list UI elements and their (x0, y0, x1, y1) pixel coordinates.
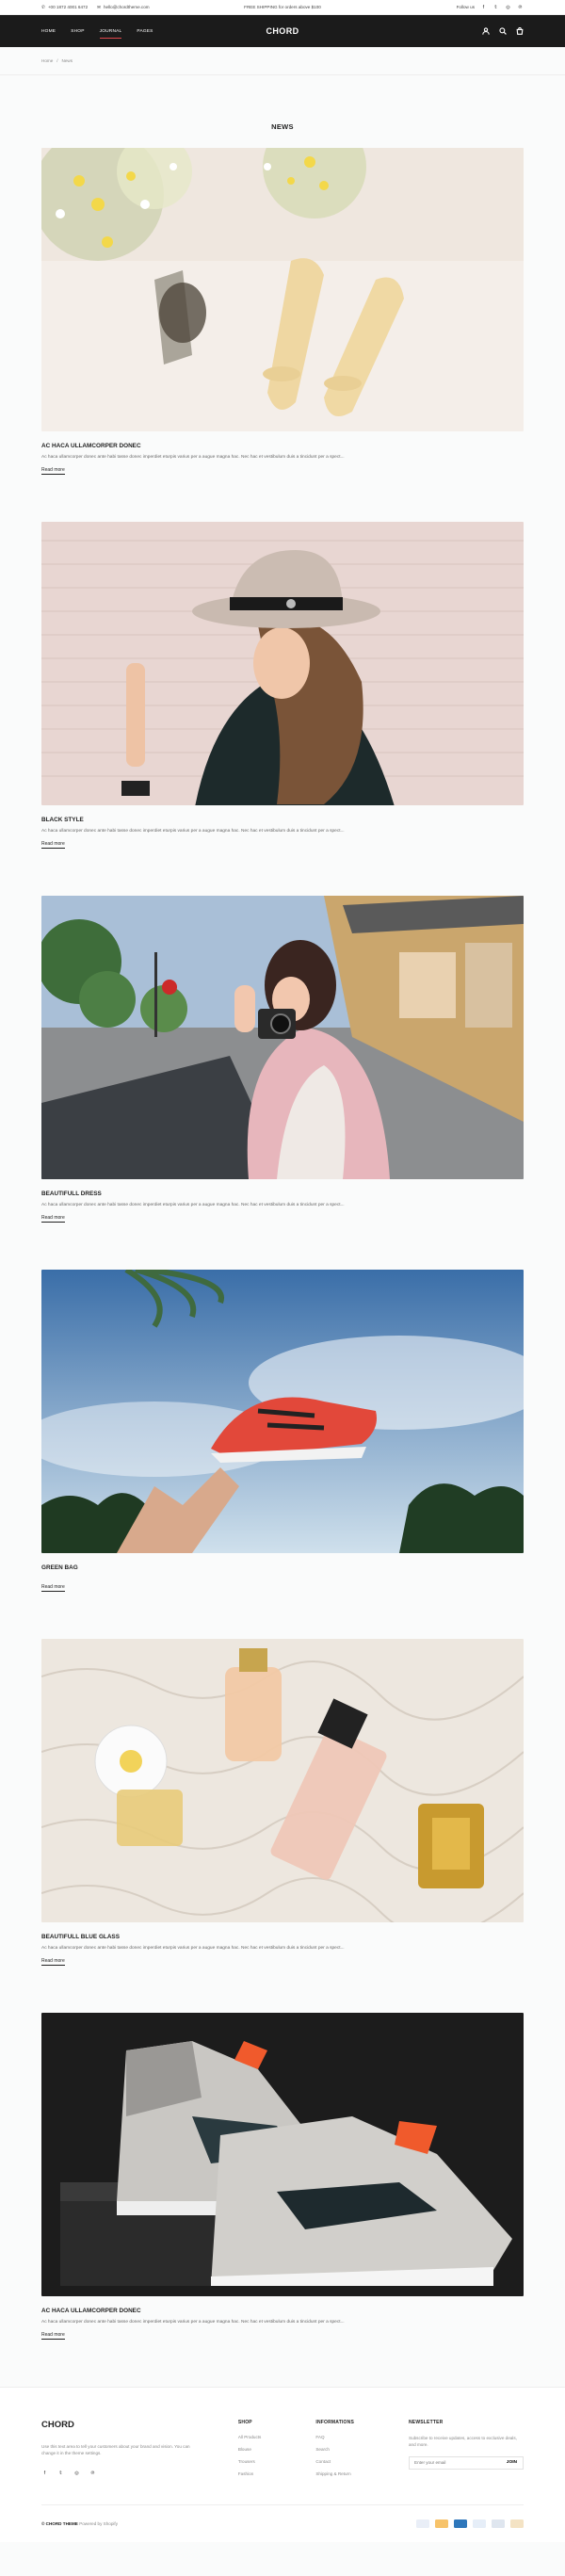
post-image[interactable] (41, 1270, 524, 1553)
footer-bottom: © CHORD THEME Powered by Shopify (41, 2504, 524, 2542)
newsletter-text: Subscribe to receive updates, access to … (409, 2436, 517, 2448)
footer-info-column: INFORMATIONS FAQ Search Contact Shipping… (315, 2420, 354, 2484)
post-title[interactable]: BEAUTIFULL BLUE GLASS (41, 1934, 524, 1940)
footer-link[interactable]: Blouse (238, 2447, 262, 2452)
visa-icon (416, 2519, 429, 2528)
read-more-link[interactable]: Read more (41, 467, 65, 475)
post-image[interactable] (41, 2013, 524, 2296)
newsletter-title: NEWSLETTER (409, 2420, 444, 2425)
main-nav: HOME SHOP JOURNAL PAGES CHORD (0, 15, 565, 47)
post-excerpt: Ac haca ullamcorper donec ante habi tass… (41, 2320, 345, 2325)
blog-post: GREEN BAG Read more (0, 1270, 565, 1592)
cart-icon[interactable] (516, 27, 524, 35)
amex-icon (454, 2519, 467, 2528)
footer-link[interactable]: Contact (315, 2459, 354, 2464)
read-more-link[interactable]: Read more (41, 2332, 65, 2340)
page-title: NEWS (271, 122, 294, 131)
site-footer: CHORD Use this text area to tell your cu… (0, 2387, 565, 2542)
twitter-icon[interactable]: 𝕥 (492, 4, 499, 10)
footer-link[interactable]: All Products (238, 2435, 262, 2439)
breadcrumb: Home / News (0, 47, 565, 75)
newsletter-join-button[interactable]: JOIN (501, 2460, 523, 2465)
post-excerpt: Ac haca ullamcorper donec ante habi tass… (41, 1203, 345, 1207)
post-image[interactable] (41, 1639, 524, 1922)
footer-link[interactable]: Trousers (238, 2459, 262, 2464)
footer-about: CHORD Use this text area to tell your cu… (41, 2420, 192, 2484)
blog-post: AC HACA ULLAMCORPER DONEC Ac haca ullamc… (0, 2013, 565, 2340)
post-title[interactable]: AC HACA ULLAMCORPER DONEC (41, 443, 524, 449)
diners-icon (492, 2519, 505, 2528)
search-icon[interactable] (499, 27, 507, 35)
instagram-icon[interactable]: ◎ (505, 4, 511, 10)
nav-shop[interactable]: SHOP (71, 15, 84, 47)
breadcrumb-separator: / (56, 58, 58, 63)
footer-link[interactable]: FAQ (315, 2435, 354, 2439)
post-title[interactable]: BLACK STYLE (41, 817, 524, 823)
email-contact[interactable]: ✉ hello@chordtheme.com (97, 5, 149, 10)
post-title[interactable]: GREEN BAG (41, 1564, 524, 1571)
blog-post: BEAUTIFULL BLUE GLASS Ac haca ullamcorpe… (0, 1639, 565, 1966)
footer-about-text: Use this text area to tell your customer… (41, 2444, 190, 2456)
account-icon[interactable] (482, 27, 490, 35)
mail-icon: ✉ (97, 4, 101, 9)
pinterest-icon[interactable]: ℗ (517, 4, 524, 10)
pinterest-icon[interactable]: ℗ (89, 2471, 96, 2477)
site-logo[interactable]: CHORD (266, 26, 299, 36)
post-image[interactable] (41, 148, 524, 431)
newsletter-email-input[interactable] (410, 2456, 501, 2469)
read-more-link[interactable]: Read more (41, 841, 65, 849)
footer-link[interactable]: Search (315, 2447, 354, 2452)
read-more-link[interactable]: Read more (41, 1958, 65, 1966)
breadcrumb-current: News (61, 58, 73, 63)
post-excerpt: Ac haca ullamcorper donec ante habi tass… (41, 1946, 345, 1951)
instagram-icon[interactable]: ◎ (73, 2471, 80, 2477)
discover-icon (510, 2519, 524, 2528)
footer-logo[interactable]: CHORD (41, 2420, 192, 2430)
post-title[interactable]: BEAUTIFULL DRESS (41, 1191, 524, 1197)
nav-home[interactable]: HOME (41, 15, 56, 47)
footer-newsletter: NEWSLETTER Subscribe to receive updates,… (409, 2420, 524, 2484)
blog-post: AC HACA ULLAMCORPER DONEC Ac haca ullamc… (0, 148, 565, 475)
breadcrumb-home[interactable]: Home (41, 58, 53, 63)
phone-contact[interactable]: ✆ +00 1872 4001 6472 (41, 5, 88, 10)
post-excerpt: Ac haca ullamcorper donec ante habi tass… (41, 455, 345, 460)
top-bar: ✆ +00 1872 4001 6472 ✉ hello@chordtheme.… (0, 0, 565, 15)
post-image[interactable] (41, 896, 524, 1179)
phone-icon: ✆ (41, 4, 45, 9)
footer-link[interactable]: Shipping & Return (315, 2471, 354, 2476)
footer-shop-column: SHOP All Products Blouse Trousers Fashio… (238, 2420, 262, 2484)
footer-info-title: INFORMATIONS (315, 2420, 354, 2425)
read-more-link[interactable]: Read more (41, 1584, 65, 1592)
paypal-icon (473, 2519, 486, 2528)
footer-link[interactable]: Fashion (238, 2471, 262, 2476)
payment-icons (416, 2519, 524, 2528)
nav-pages[interactable]: PAGES (137, 15, 153, 47)
blog-post: BEAUTIFULL DRESS Ac haca ullamcorper don… (0, 896, 565, 1223)
facebook-icon[interactable]: f (41, 2471, 48, 2477)
post-image[interactable] (41, 522, 524, 805)
post-excerpt: Ac haca ullamcorper donec ante habi tass… (41, 829, 345, 834)
post-title[interactable]: AC HACA ULLAMCORPER DONEC (41, 2308, 524, 2314)
follow-label: Follow us (456, 5, 475, 9)
nav-journal[interactable]: JOURNAL (99, 15, 122, 47)
twitter-icon[interactable]: 𝕥 (57, 2471, 64, 2477)
footer-shop-title: SHOP (237, 2420, 252, 2425)
facebook-icon[interactable]: f (480, 4, 487, 10)
copyright: © CHORD THEME Powered by Shopify (41, 2521, 118, 2526)
blog-post: BLACK STYLE Ac haca ullamcorper donec an… (0, 522, 565, 849)
newsletter-form: JOIN (409, 2455, 524, 2470)
mastercard-icon (435, 2519, 448, 2528)
read-more-link[interactable]: Read more (41, 1215, 65, 1223)
